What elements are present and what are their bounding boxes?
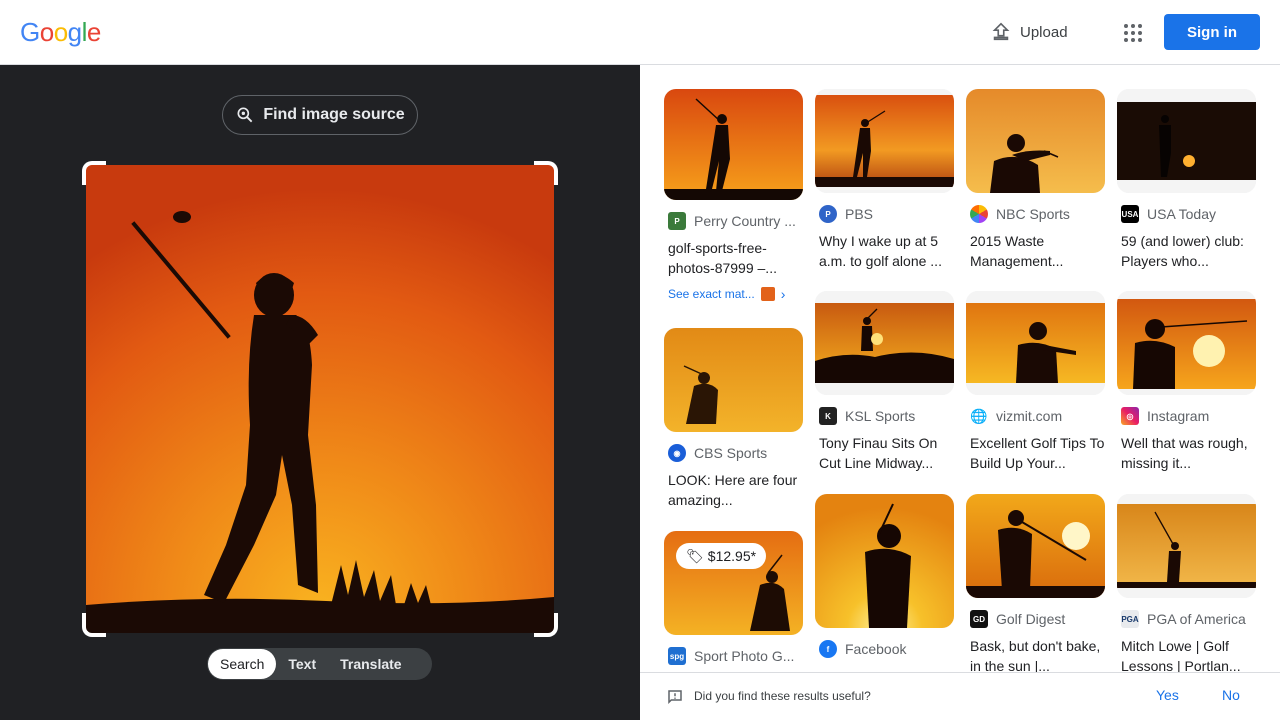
nbc-favicon (970, 205, 988, 223)
google-apps-icon[interactable] (1116, 16, 1148, 48)
result-thumbnail[interactable]: 🏷 $12.95* (664, 531, 803, 635)
result-card[interactable]: K KSL Sports Tony Finau Sits On Cut Line … (815, 291, 954, 473)
result-title[interactable]: Tony Finau Sits On Cut Line Midway... (815, 433, 954, 473)
result-title[interactable]: Bask, but don't bake, in the sun |... (966, 636, 1105, 672)
globe-icon: 🌐 (970, 407, 988, 424)
upload-button[interactable]: Upload (990, 18, 1068, 46)
result-source: Golf Digest (996, 611, 1066, 627)
visual-matches-grid: P Perry Country ... golf-sports-free-phot… (640, 65, 1280, 672)
crop-corner-handle[interactable] (82, 161, 106, 185)
query-image-panel: Find image source Search Text Translate (0, 65, 640, 720)
result-thumbnail[interactable] (966, 291, 1105, 395)
result-card[interactable]: ◉ CBS Sports LOOK: Here are four amazing.… (664, 328, 803, 510)
pbs-favicon: P (819, 205, 837, 223)
top-header: Google Upload Sign in (0, 0, 1280, 65)
find-image-source-label: Find image source (263, 106, 405, 123)
logo-letter: o (39, 17, 54, 47)
result-title[interactable]: Why I wake up at 5 a.m. to golf alone ..… (815, 231, 954, 271)
result-thumbnail[interactable] (664, 328, 803, 432)
result-title[interactable]: 2015 Waste Management... (966, 231, 1105, 271)
result-thumbnail[interactable] (1117, 291, 1256, 395)
result-thumbnail[interactable] (664, 89, 803, 200)
feedback-no-button[interactable]: No (1222, 687, 1240, 703)
chevron-right-icon: › (780, 286, 786, 302)
golfdigest-favicon: GD (970, 610, 988, 628)
logo-letter: g (67, 17, 82, 47)
logo-letter: o (53, 17, 68, 47)
result-card[interactable]: ◎ Instagram Well that was rough, missing … (1117, 291, 1256, 473)
result-source: Sport Photo G... (694, 648, 795, 664)
price-tag: 🏷 $12.95* (676, 543, 767, 569)
result-title[interactable]: Well that was rough, missing it... (1117, 433, 1256, 473)
result-source: USA Today (1147, 206, 1217, 222)
lens-search-icon (237, 107, 253, 123)
crop-corner-handle[interactable] (534, 613, 558, 637)
result-thumbnail[interactable] (1117, 89, 1256, 193)
result-thumbnail[interactable] (815, 494, 954, 628)
result-source: Instagram (1147, 408, 1210, 424)
sign-in-button[interactable]: Sign in (1164, 14, 1260, 50)
result-title[interactable]: golf-sports-free-photos-87999 –... (664, 238, 803, 278)
find-image-source-button[interactable]: Find image source (222, 95, 418, 135)
crop-corner-handle[interactable] (82, 613, 106, 637)
result-source: vizmit.com (996, 408, 1063, 424)
usatoday-favicon: USA (1121, 205, 1139, 223)
instagram-favicon: ◎ (1121, 407, 1139, 425)
result-thumbnail[interactable] (966, 89, 1105, 193)
result-card[interactable]: P PBS Why I wake up at 5 a.m. to golf alo… (815, 89, 954, 271)
mode-tabs: Search Text Translate (207, 648, 432, 680)
facebook-favicon: f (819, 640, 837, 658)
result-title[interactable]: Excellent Golf Tips To Build Up Your... (966, 433, 1105, 473)
price-label: $12.95* (707, 548, 757, 564)
crop-corner-handle[interactable] (534, 161, 558, 185)
result-source: CBS Sports (694, 445, 768, 461)
cbs-favicon: ◉ (668, 444, 686, 462)
result-title[interactable]: Mitch Lowe | Golf Lessons | Portlan... (1117, 636, 1256, 672)
result-source: Facebook (845, 641, 907, 657)
result-source: PGA of America (1147, 611, 1246, 627)
feedback-icon (668, 690, 682, 705)
result-card[interactable]: 🏷 $12.95* spg Sport Photo G... (664, 531, 803, 665)
result-thumbnail[interactable] (966, 494, 1105, 598)
result-source: NBC Sports (996, 206, 1070, 222)
result-thumbnail[interactable] (1117, 494, 1256, 598)
logo-letter: e (86, 17, 101, 47)
result-title[interactable]: LOOK: Here are four amazing... (664, 470, 803, 510)
see-exact-matches-label: See exact mat... (668, 287, 755, 301)
result-source: Perry Country ... (694, 213, 796, 229)
feedback-question: Did you find these results useful? (694, 689, 871, 703)
tab-translate[interactable]: Translate (328, 649, 413, 679)
feedback-bar: Did you find these results useful? Yes N… (640, 672, 1280, 720)
result-card[interactable]: USA USA Today 59 (and lower) club: Player… (1117, 89, 1256, 271)
spg-favicon: spg (668, 647, 686, 665)
ksl-favicon: K (819, 407, 837, 425)
result-source: KSL Sports (845, 408, 916, 424)
result-card[interactable]: NBC Sports 2015 Waste Management... (966, 89, 1105, 271)
result-card[interactable]: 🌐 vizmit.com Excellent Golf Tips To Build… (966, 291, 1105, 473)
upload-label: Upload (1020, 23, 1068, 41)
result-thumbnail[interactable] (815, 291, 954, 395)
query-image (86, 165, 554, 633)
result-source: PBS (845, 206, 874, 222)
exact-match-thumb-icon (760, 287, 775, 301)
perry-favicon: P (668, 212, 686, 230)
tab-text[interactable]: Text (276, 649, 328, 679)
tag-icon: 🏷 (686, 547, 704, 564)
upload-icon (992, 22, 1010, 41)
result-title[interactable]: 59 (and lower) club: Players who... (1117, 231, 1256, 271)
google-logo[interactable]: Google (20, 17, 101, 48)
result-thumbnail[interactable] (815, 89, 954, 193)
result-card[interactable]: PGA PGA of America Mitch Lowe | Golf Less… (1117, 494, 1256, 672)
result-card[interactable]: GD Golf Digest Bask, but don't bake, in t… (966, 494, 1105, 672)
see-exact-matches-link[interactable]: See exact mat... › (664, 286, 803, 302)
result-card[interactable]: f Facebook (815, 494, 954, 658)
feedback-yes-button[interactable]: Yes (1156, 687, 1179, 703)
tab-search[interactable]: Search (208, 649, 277, 679)
crop-selection[interactable] (82, 161, 558, 637)
result-card[interactable]: P Perry Country ... golf-sports-free-phot… (664, 89, 803, 302)
logo-letter: G (20, 17, 40, 47)
pga-favicon: PGA (1121, 610, 1139, 628)
